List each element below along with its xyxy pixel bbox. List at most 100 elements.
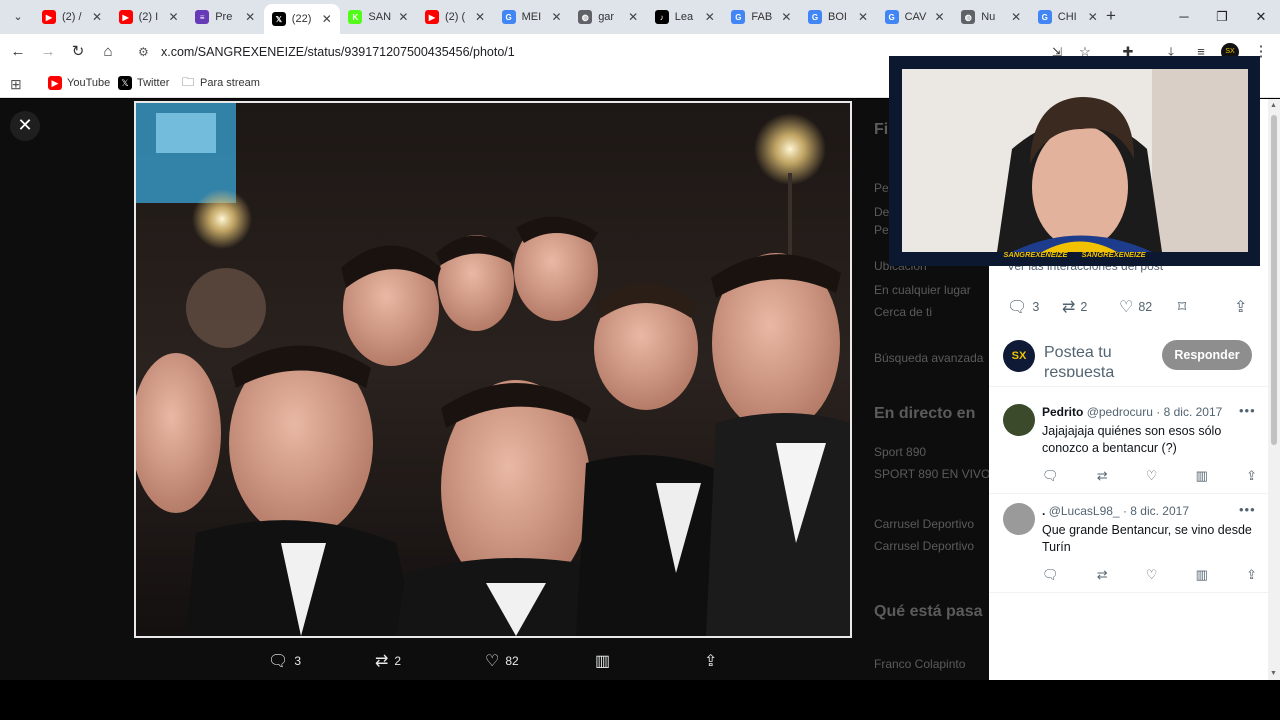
minimize-button[interactable]: ─ — [1172, 6, 1196, 28]
tab-close-icon[interactable]: ✕ — [858, 10, 868, 24]
youtube-icon: ▶ — [425, 10, 439, 24]
like-count: 82 — [505, 654, 519, 668]
scroll-up-icon[interactable]: ▲ — [1270, 102, 1277, 109]
reply-input[interactable]: Postea tu respuesta — [1044, 343, 1144, 377]
tab-title: CHI — [1057, 11, 1077, 23]
reply-author-name[interactable]: Pedrito — [1042, 405, 1083, 419]
tab-close-icon[interactable]: ✕ — [92, 10, 102, 24]
reply-icon[interactable]: 🗨︎ — [1042, 567, 1059, 583]
repost-icon[interactable]: ⇄ — [1097, 468, 1108, 484]
reply-icon[interactable]: 🗨︎ — [1042, 468, 1059, 484]
home-button[interactable]: ⌂ — [97, 42, 119, 62]
heart-icon: ♡ — [485, 653, 500, 670]
new-tab-button[interactable]: + — [1101, 7, 1121, 27]
tab-close-icon[interactable]: ✕ — [475, 10, 485, 24]
close-window-button[interactable]: ✕ — [1249, 6, 1273, 28]
more-options-icon[interactable]: ••• — [1239, 502, 1256, 517]
tab-close-icon[interactable]: ✕ — [1011, 10, 1021, 24]
browser-tab[interactable]: G FAB ✕ — [723, 4, 799, 30]
reply-meta: . @LucasL98_ · 8 dic. 2017 — [1042, 504, 1189, 518]
site-info-icon[interactable]: ⚙ — [138, 45, 149, 59]
reload-button[interactable]: ↻ — [67, 42, 89, 62]
forms-icon: ≡ — [195, 10, 210, 24]
tab-search-button[interactable]: ⌄ — [8, 7, 28, 27]
analytics-icon[interactable]: ▥ — [1196, 567, 1208, 583]
tweet-photo[interactable] — [134, 101, 852, 638]
reply-author-handle[interactable]: @pedrocuru — [1087, 405, 1153, 419]
tab-close-icon[interactable]: ✕ — [398, 10, 408, 24]
reply-submit-button[interactable]: Responder — [1162, 340, 1252, 370]
repost-icon[interactable]: ⇄ — [1097, 567, 1108, 583]
avatar[interactable] — [1003, 503, 1035, 535]
sidebar-like-action[interactable]: ♡ 82 — [1119, 297, 1152, 317]
tab-close-icon[interactable]: ✕ — [552, 10, 562, 24]
reply-date[interactable]: 8 dic. 2017 — [1164, 405, 1223, 419]
browser-tab[interactable]: ▶ (2) I ✕ — [111, 4, 187, 30]
avatar[interactable] — [1003, 404, 1035, 436]
reply-post[interactable]: Pedrito @pedrocuru · 8 dic. 2017 ••• Jaj… — [989, 396, 1269, 494]
browser-tab[interactable]: G BOI ✕ — [800, 4, 876, 30]
browser-tab[interactable]: ♪ Lea ✕ — [647, 4, 723, 30]
bookmark-item[interactable]: ▶ YouTube — [48, 76, 110, 90]
share-icon[interactable]: ⇪ — [1246, 468, 1257, 484]
apps-grid-icon[interactable]: ⊞ — [10, 76, 22, 93]
tab-close-icon[interactable]: ✕ — [169, 10, 179, 24]
share-icon[interactable]: ⇪ — [1246, 567, 1257, 583]
address-bar[interactable]: ⚙ x.com/SANGREXENEIZE/status/93917120750… — [130, 39, 890, 66]
tab-close-icon[interactable]: ✕ — [935, 10, 945, 24]
heart-icon[interactable]: ♡ — [1146, 567, 1158, 583]
analytics-icon[interactable]: ▥ — [1196, 468, 1208, 484]
reply-date[interactable]: 8 dic. 2017 — [1130, 504, 1189, 518]
scrollbar-thumb[interactable] — [1271, 115, 1277, 445]
bookmark-item[interactable]: 𝕏 Twitter — [118, 76, 169, 90]
browser-tab[interactable]: G CAV ✕ — [877, 4, 953, 30]
tab-close-icon[interactable]: ✕ — [781, 10, 791, 24]
browser-tab[interactable]: ◍ Nu ✕ — [953, 4, 1029, 30]
more-options-icon[interactable]: ••• — [1239, 403, 1256, 418]
tab-close-icon[interactable]: ✕ — [322, 12, 332, 26]
sidebar-repost-action[interactable]: ⇄ 2 — [1062, 297, 1087, 317]
webcam-handle: SANGREXENEIZE — [1081, 249, 1146, 259]
tab-close-icon[interactable]: ✕ — [1088, 10, 1098, 24]
browser-tab[interactable]: 𝕏 (22) ✕ — [263, 4, 340, 34]
youtube-icon: ▶ — [48, 76, 62, 90]
background-text: Cerca de ti — [874, 305, 933, 319]
forward-button[interactable]: → — [37, 42, 59, 62]
tab-title: (2) / — [62, 11, 82, 23]
google-icon: G — [884, 10, 899, 24]
browser-tab[interactable]: G MEI ✕ — [494, 4, 570, 30]
analytics-icon: ▥ — [595, 653, 611, 670]
browser-tab[interactable]: ▶ (2) / ✕ — [34, 4, 110, 30]
reply-author-name[interactable]: . — [1042, 504, 1045, 518]
browser-tab[interactable]: ▶ (2) (✕ — [417, 4, 493, 30]
reply-post[interactable]: . @LucasL98_ · 8 dic. 2017 ••• Que grand… — [989, 495, 1269, 593]
tab-close-icon[interactable]: ✕ — [705, 10, 715, 24]
tab-close-icon[interactable]: ✕ — [245, 10, 255, 24]
browser-tab[interactable]: ◍ gar ✕ — [570, 4, 646, 30]
my-avatar: SX — [1003, 340, 1035, 372]
reply-icon: 🗨︎ — [1007, 299, 1028, 316]
views-action[interactable]: ▥ — [595, 651, 616, 671]
close-photo-button[interactable]: ✕ — [10, 111, 40, 141]
heart-icon[interactable]: ♡ — [1146, 468, 1158, 484]
tab-close-icon[interactable]: ✕ — [628, 10, 638, 24]
like-action[interactable]: ♡ 82 — [485, 651, 519, 671]
sidebar-share-action[interactable]: ⇪ — [1234, 297, 1252, 317]
share-icon: ⇪ — [1234, 299, 1248, 316]
bookmark-item[interactable]: 🗀 Para stream — [181, 75, 260, 90]
sidebar-reply-action[interactable]: 🗨︎ 3 — [1007, 297, 1039, 317]
reply-action[interactable]: 🗨︎ 3 — [268, 651, 301, 671]
share-action[interactable]: ⇪ — [704, 651, 723, 671]
repost-action[interactable]: ⇄ 2 — [375, 651, 401, 671]
scroll-down-icon[interactable]: ▼ — [1270, 670, 1277, 677]
browser-tab[interactable]: ≡ Pre ✕ — [187, 4, 263, 30]
reply-author-handle[interactable]: @LucasL98_ — [1049, 504, 1120, 518]
sidebar-bookmark-action[interactable]: ⌑ — [1178, 297, 1191, 317]
back-button[interactable]: ← — [7, 42, 29, 62]
sidebar-scrollbar[interactable]: ▲ ▼ — [1268, 99, 1280, 680]
browser-tab[interactable]: G CHI ✕ — [1030, 4, 1106, 30]
restore-button[interactable]: ❐ — [1210, 6, 1234, 28]
reply-count: 3 — [294, 654, 301, 668]
background-text: En directo en — [874, 405, 976, 422]
browser-tab[interactable]: K SAN ✕ — [340, 4, 416, 30]
